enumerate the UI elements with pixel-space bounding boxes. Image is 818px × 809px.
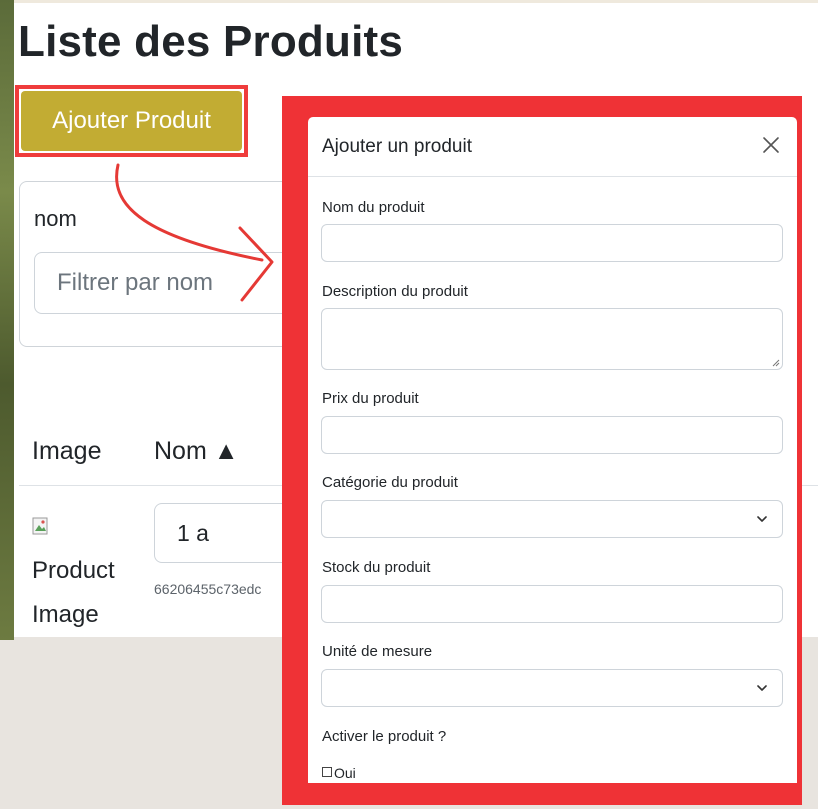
modal-title: Ajouter un produit xyxy=(322,136,472,157)
description-label: Description du produit xyxy=(322,283,468,300)
unit-select[interactable] xyxy=(321,669,783,707)
chevron-down-icon xyxy=(757,516,767,522)
resize-grip-icon[interactable] xyxy=(772,359,780,367)
unit-label: Unité de mesure xyxy=(322,643,433,660)
price-label: Prix du produit xyxy=(322,390,419,407)
active-checkbox[interactable] xyxy=(322,767,332,777)
category-select[interactable] xyxy=(321,500,783,538)
add-product-modal: Ajouter un produit Nom du produit Descri… xyxy=(308,117,797,783)
name-label: Nom du produit xyxy=(322,199,425,216)
arrow-head xyxy=(238,226,274,302)
close-button[interactable] xyxy=(759,133,783,157)
stock-label: Stock du produit xyxy=(322,559,431,576)
close-icon xyxy=(763,137,779,153)
category-label: Catégorie du produit xyxy=(322,474,458,491)
arrow-curve xyxy=(115,163,264,262)
stock-input[interactable] xyxy=(321,585,783,623)
active-option-label[interactable]: Oui xyxy=(334,765,356,781)
price-input[interactable] xyxy=(321,416,783,454)
active-label: Activer le produit ? xyxy=(322,728,447,745)
modal-header: Ajouter un produit xyxy=(308,117,797,177)
chevron-down-icon xyxy=(757,685,767,691)
name-input[interactable] xyxy=(321,224,783,262)
description-textarea[interactable] xyxy=(321,308,783,370)
